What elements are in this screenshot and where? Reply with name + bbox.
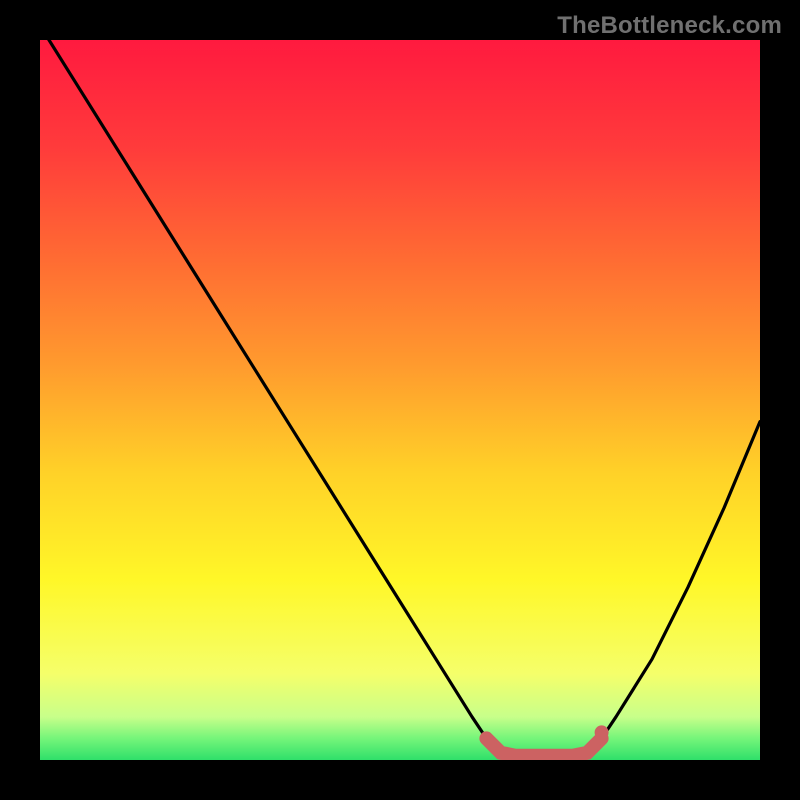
chart-svg xyxy=(40,40,760,760)
chart-plot-area xyxy=(40,40,760,760)
chart-background xyxy=(40,40,760,760)
flat-region-end-dot xyxy=(595,725,609,739)
watermark-text: TheBottleneck.com xyxy=(557,12,782,40)
